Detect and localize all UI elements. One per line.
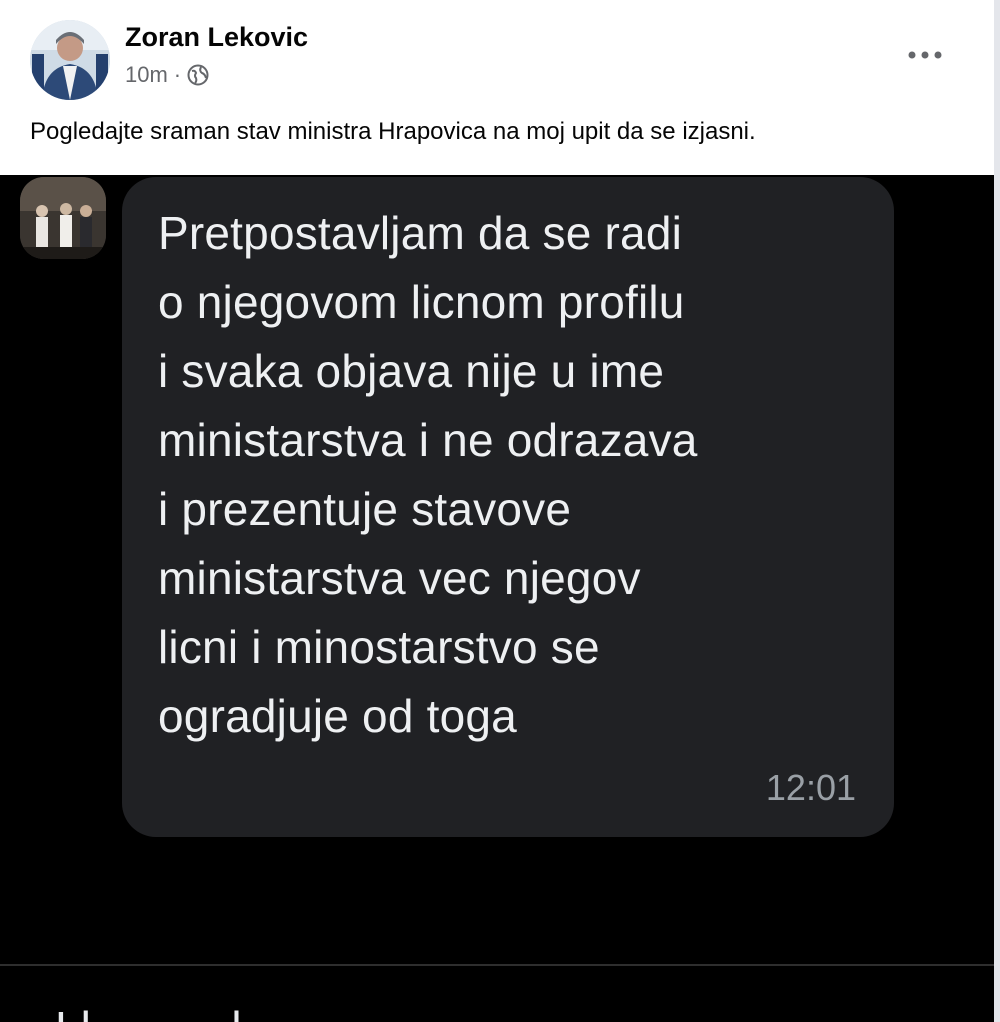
message-bubble: Pretpostavljam da se radi o njegovom lic… [122, 177, 894, 837]
sender-avatar-image [20, 177, 106, 259]
more-options-button[interactable] [900, 35, 950, 75]
author-avatar-image [30, 20, 110, 100]
message-divider [0, 964, 994, 966]
author-name[interactable]: Zoran Lekovic [125, 22, 308, 53]
globe-icon [187, 64, 209, 86]
post-text: Pogledajte sraman stav ministra Hrapovic… [30, 118, 756, 145]
right-edge [994, 0, 1000, 1022]
more-options-icon [908, 51, 942, 59]
facebook-post: Zoran Lekovic 10m · Pogledajte sraman st… [0, 0, 1000, 1022]
post-time[interactable]: 10m [125, 62, 168, 88]
post-meta: 10m · [125, 62, 209, 88]
author-avatar[interactable] [30, 20, 110, 100]
post-header: Zoran Lekovic 10m · Pogledajte sraman st… [0, 0, 994, 175]
post-image[interactable]: Pretpostavljam da se radi o njegovom lic… [0, 175, 994, 1022]
message-text: Pretpostavljam da se radi o njegovom lic… [158, 207, 698, 742]
sender-avatar [20, 177, 106, 259]
message-timestamp: 12:01 [765, 767, 856, 808]
meta-separator: · [173, 62, 182, 87]
cut-off-text: Ll... ... ...l [55, 1001, 242, 1022]
